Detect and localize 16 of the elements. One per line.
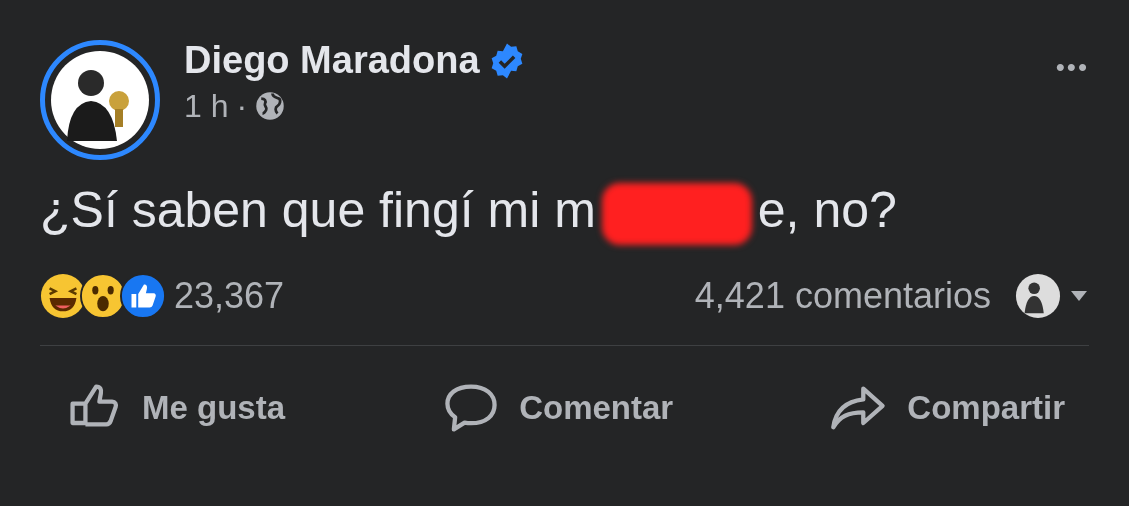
share-button[interactable]: Compartir — [829, 379, 1065, 436]
reaction-count[interactable]: 23,367 — [174, 268, 285, 323]
post-text: e, no? — [757, 182, 897, 238]
commenter-avatar-icon — [1015, 272, 1061, 319]
thumbs-up-icon — [120, 272, 166, 319]
separator-dot: · — [236, 89, 248, 122]
more-options-button[interactable]: ••• — [1055, 48, 1089, 87]
caret-down-icon[interactable] — [1069, 288, 1089, 303]
post-text: ¿Sí saben que fingí mi m — [40, 182, 596, 238]
post-time[interactable]: 1 h — [184, 89, 229, 122]
like-button[interactable]: Me gusta — [64, 379, 286, 436]
comment-button[interactable]: Comentar — [441, 379, 674, 436]
globe-icon — [255, 90, 286, 121]
avatar-silhouette-icon — [51, 51, 149, 149]
comment-count[interactable]: 4,421 comentarios — [694, 268, 991, 323]
author-name[interactable]: Diego Maradona — [184, 40, 480, 82]
